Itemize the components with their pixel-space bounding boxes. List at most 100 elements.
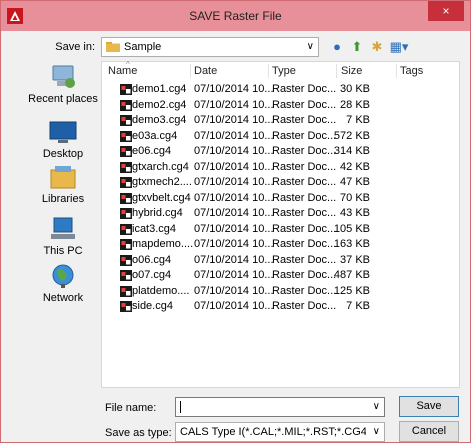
file-name: e06.cg4: [132, 145, 172, 157]
chevron-down-icon[interactable]: ∨: [373, 401, 380, 412]
file-size: 314 KB: [333, 145, 370, 157]
file-date: 07/10/2014 10...: [194, 269, 274, 281]
column-divider[interactable]: [396, 64, 397, 78]
raster-file-icon: [120, 115, 132, 126]
save-in-dropdown[interactable]: Sample ∨: [101, 37, 319, 57]
raster-file-icon: [120, 254, 132, 266]
this-pc-icon: [51, 217, 75, 239]
file-name: platdemo....: [132, 284, 190, 297]
column-header-date[interactable]: Date: [194, 62, 217, 80]
text-cursor: [180, 401, 181, 413]
raster-file-icon: [120, 84, 132, 95]
file-size: 28 KB: [340, 98, 370, 111]
column-header-size[interactable]: Size: [341, 62, 362, 80]
column-header-type[interactable]: Type: [272, 62, 296, 80]
file-name: demo1.cg4: [132, 83, 187, 95]
file-size: 487 KB: [333, 269, 370, 281]
column-divider[interactable]: [336, 64, 337, 78]
save-as-type-label: Save as type:: [105, 427, 172, 439]
file-name: gtxmech2....: [132, 176, 192, 188]
file-name: demo3.cg4: [132, 114, 187, 126]
raster-file-icon: [120, 270, 132, 281]
recent-places-icon: [52, 65, 75, 88]
file-name: hybrid.cg4: [132, 207, 183, 219]
save-as-type-dropdown[interactable]: CALS Type I(*.CAL;*.MIL;*.RST;*.CG4;*.GP…: [175, 422, 385, 442]
file-row[interactable]: icat3.cg4 07/10/2014 10... Raster Doc... 10…: [102, 222, 459, 237]
save-in-label: Save in:: [55, 41, 95, 53]
file-name: icat3.cg4: [132, 222, 177, 235]
file-date: 07/10/2014 10...: [194, 300, 274, 312]
file-row[interactable]: o06.cg4 07/10/2014 10... Raster Doc... 37 K…: [102, 253, 459, 268]
close-button[interactable]: ×: [428, 1, 464, 21]
save-button[interactable]: Save: [399, 396, 459, 417]
place-desktop[interactable]: Desktop: [25, 119, 101, 160]
file-row[interactable]: e06.cg4 07/10/2014 10... Raster Doc... 314 …: [102, 144, 459, 159]
file-date: 07/10/2014 10...: [194, 222, 274, 235]
file-row[interactable]: gtxarch.cg4 07/10/2014 10... Raster Doc...…: [102, 160, 459, 175]
place-network[interactable]: Network: [25, 263, 101, 304]
file-name-input[interactable]: ∨: [175, 397, 385, 417]
save-in-value: Sample: [124, 41, 162, 53]
cancel-button[interactable]: Cancel: [399, 421, 459, 442]
file-row[interactable]: gtxvbelt.cg4 07/10/2014 10... Raster Doc..…: [102, 191, 459, 206]
place-libraries[interactable]: Libraries: [25, 164, 101, 205]
raster-file-icon: [120, 130, 132, 142]
file-size: 43 KB: [340, 207, 370, 219]
file-row[interactable]: hybrid.cg4 07/10/2014 10... Raster Doc... 4…: [102, 206, 459, 221]
file-row[interactable]: o07.cg4 07/10/2014 10... Raster Doc... 487 …: [102, 268, 459, 283]
file-name: demo2.cg4: [132, 98, 187, 111]
file-row[interactable]: e03a.cg4 07/10/2014 10... Raster Doc... 572…: [102, 129, 459, 144]
file-size: 30 KB: [340, 83, 370, 95]
column-header-name[interactable]: Name: [108, 62, 137, 80]
file-date: 07/10/2014 10...: [194, 114, 274, 126]
column-divider[interactable]: [268, 64, 269, 78]
view-menu-icon[interactable]: ▦▾: [388, 38, 410, 56]
chevron-down-icon: ∨: [372, 426, 380, 437]
up-folder-icon[interactable]: ⬆: [348, 38, 366, 56]
file-size: 163 KB: [333, 238, 370, 250]
file-row[interactable]: mapdemo.... 07/10/2014 10... Raster Doc...…: [102, 237, 459, 252]
place-label: This PC: [43, 245, 83, 257]
place-this-pc[interactable]: This PC: [25, 216, 101, 257]
file-name: mapdemo....: [132, 238, 194, 250]
file-date: 07/10/2014 10...: [194, 145, 274, 157]
file-name: o07.cg4: [132, 269, 172, 281]
raster-file-icon: [120, 146, 132, 157]
file-row[interactable]: gtxmech2.... 07/10/2014 10... Raster Doc..…: [102, 175, 459, 190]
save-as-type-value: CALS Type I(*.CAL;*.MIL;*.RST;*.CG4;*.GP…: [180, 426, 366, 438]
file-size: 47 KB: [340, 176, 370, 188]
raster-file-icon: [120, 301, 132, 312]
file-date: 07/10/2014 10...: [194, 191, 274, 204]
file-size: 125 KB: [333, 284, 370, 297]
raster-file-icon: [120, 239, 132, 250]
back-arrow-icon[interactable]: ●: [328, 38, 346, 56]
file-date: 07/10/2014 10...: [194, 253, 274, 266]
file-list[interactable]: ^ Name Date Type Size Tags demo1.cg4 07/1…: [101, 60, 460, 388]
place-label: Recent places: [28, 93, 98, 105]
file-row[interactable]: demo2.cg4 07/10/2014 10... Raster Doc... 28…: [102, 98, 459, 113]
file-size: 7 KB: [346, 114, 370, 126]
raster-file-icon: [120, 285, 132, 297]
file-date: 07/10/2014 10...: [194, 160, 274, 173]
desktop-icon: [49, 121, 77, 143]
place-label: Libraries: [41, 193, 85, 205]
column-divider[interactable]: [190, 64, 191, 78]
file-size: 105 KB: [333, 222, 370, 235]
file-row[interactable]: side.cg4 07/10/2014 10... Raster Doc... 7 K…: [102, 299, 459, 314]
raster-file-icon: [120, 192, 132, 204]
new-folder-icon[interactable]: ✱: [368, 38, 386, 56]
file-row[interactable]: demo3.cg4 07/10/2014 10... Raster Doc... 7 …: [102, 113, 459, 128]
file-size: 70 KB: [340, 191, 370, 204]
raster-file-icon: [120, 208, 132, 219]
place-recent-places[interactable]: Recent places: [25, 64, 101, 105]
file-row[interactable]: demo1.cg4 07/10/2014 10... Raster Doc... 30…: [102, 82, 459, 97]
file-row[interactable]: platdemo.... 07/10/2014 10... Raster Doc..…: [102, 284, 459, 299]
file-name: side.cg4: [132, 300, 173, 312]
file-name: o06.cg4: [132, 253, 172, 266]
file-date: 07/10/2014 10...: [194, 238, 274, 250]
file-name: e03a.cg4: [132, 129, 178, 142]
network-icon: [52, 264, 74, 288]
place-label: Desktop: [42, 148, 84, 160]
column-header-tags[interactable]: Tags: [400, 62, 423, 80]
file-date: 07/10/2014 10...: [194, 83, 274, 95]
